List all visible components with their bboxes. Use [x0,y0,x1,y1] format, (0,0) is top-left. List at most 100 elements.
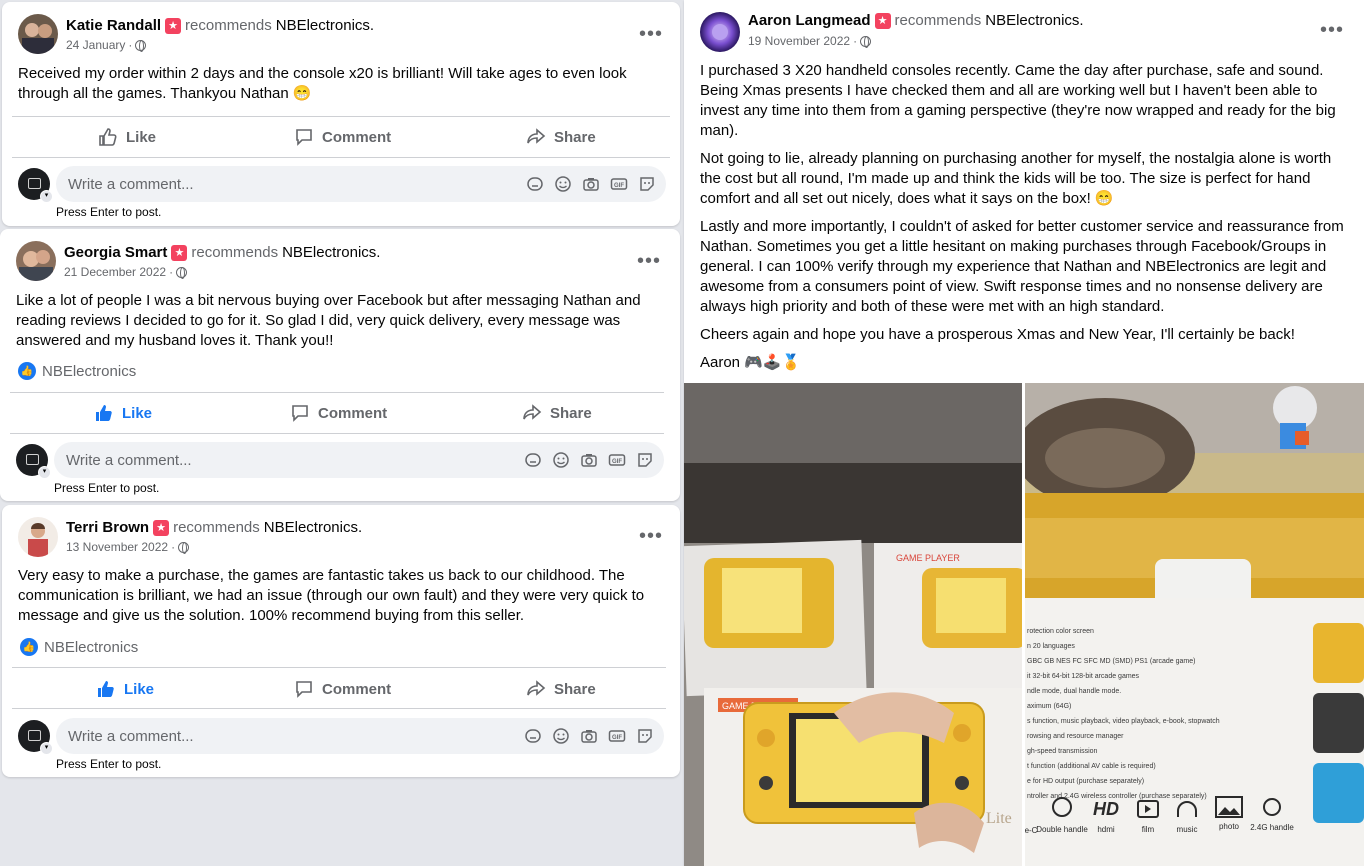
post-text: Very easy to make a purchase, the games … [18,567,645,624]
spec-line: GBC GB NES FC SFC MD (SMD) PS1 (arcade g… [1027,658,1195,665]
comment-icon [292,405,308,422]
camera-icon[interactable] [580,451,598,469]
spec-line: rotection color screen [1027,628,1094,635]
svg-text:GIF: GIF [612,735,622,741]
comment-input[interactable]: Write a comment... GIF [54,442,664,478]
divider [10,433,664,434]
reaction-summary[interactable]: 👍 NBElectronics [20,638,138,656]
gif-icon[interactable]: GIF [608,727,626,745]
avatar[interactable] [16,241,56,281]
spec-line: gh-speed transmission [1027,748,1098,755]
more-options-icon[interactable]: ••• [639,526,663,546]
avatar-sticker-icon[interactable] [524,451,542,469]
post-date[interactable]: 13 November 2022 [66,540,168,554]
comment-button[interactable]: Comment [294,679,391,699]
post-date[interactable]: 19 November 2022 [748,34,850,48]
comment-input[interactable]: Write a comment... GIF [56,718,664,754]
globe-icon [135,39,147,52]
share-button[interactable]: Share [526,127,596,147]
post-date[interactable]: 24 January [66,38,125,52]
svg-text:GIF: GIF [612,459,622,465]
page-link[interactable]: NBElectronics. [264,519,362,536]
avatar-sticker-icon[interactable] [524,727,542,745]
spec-line: t function (additional AV cable is requi… [1027,763,1156,770]
page-link[interactable]: NBElectronics. [985,12,1083,29]
comment-placeholder: Write a comment... [66,451,192,469]
emoji-icon[interactable] [554,175,572,193]
divider [10,392,664,393]
emoji-icon[interactable] [552,727,570,745]
post-card-georgia: Georgia Smart ★ recommends NBElectronics… [0,229,680,501]
hd-logo: HD [1093,799,1119,819]
share-label: Share [554,128,596,146]
more-options-icon[interactable]: ••• [1320,20,1344,40]
chevron-down-icon[interactable]: ▾ [38,466,51,479]
reaction-name: NBElectronics [44,638,139,656]
globe-icon [860,35,872,48]
chevron-down-icon[interactable]: ▾ [40,190,53,203]
author-name[interactable]: Katie Randall [66,17,161,34]
feature-label: Double handle [1036,825,1088,834]
chevron-down-icon[interactable]: ▾ [40,742,53,755]
author-name[interactable]: Aaron Langmead [748,12,871,29]
box-label: GAME PLAYER [896,553,960,563]
spec-line: ndle mode, dual handle mode. [1027,688,1121,695]
reaction-name: NBElectronics [42,362,137,380]
thumbs-up-icon [98,681,114,697]
author-name[interactable]: Georgia Smart [64,244,167,261]
post-paragraph: Cheers again and hope you have a prosper… [700,326,1295,343]
commenter-avatar[interactable]: ▾ [18,168,53,203]
recommends-label: recommends [185,17,272,34]
like-label: Like [124,680,155,698]
recommend-icon: ★ [874,12,891,29]
sticker-icon[interactable] [638,175,656,193]
author-name[interactable]: Terri Brown [66,519,149,536]
like-button[interactable]: Like [98,127,156,147]
press-enter-hint: Press Enter to post. [56,205,162,219]
comment-input[interactable]: Write a comment... GIF [56,166,666,202]
svg-text:GIF: GIF [614,183,624,189]
avatar[interactable] [18,14,58,54]
post-paragraph: Not going to lie, already planning on pu… [700,150,1332,207]
sticker-icon[interactable] [636,451,654,469]
globe-icon [176,266,188,279]
comment-button[interactable]: Comment [290,403,387,423]
page-link[interactable]: NBElectronics. [282,244,380,261]
like-label: Like [122,404,153,422]
share-icon [527,680,546,696]
sticker-icon[interactable] [636,727,654,745]
camera-icon[interactable] [580,727,598,745]
like-button[interactable]: Like [94,403,152,423]
feature-label: hdmi [1097,825,1115,834]
share-label: Share [554,680,596,698]
avatar-sticker-icon[interactable] [526,175,544,193]
avatar[interactable] [700,12,740,52]
feature-label: music [1177,825,1198,834]
post-photo-consoles[interactable]: GAME PLAYER GAME PLAYER Lite [684,383,1022,866]
page-link[interactable]: NBElectronics. [276,17,374,34]
share-icon [523,404,542,420]
commenter-avatar[interactable]: ▾ [18,720,53,755]
gif-icon[interactable]: GIF [608,451,626,469]
post-text: I purchased 3 X20 handheld consoles rece… [700,61,1346,381]
post-date[interactable]: 21 December 2022 [64,265,166,279]
more-options-icon[interactable]: ••• [639,24,663,44]
share-button[interactable]: Share [522,403,592,423]
like-reaction-icon: 👍 [20,638,38,656]
gif-icon[interactable]: GIF [610,175,628,193]
like-reaction-icon: 👍 [18,362,36,380]
spec-line: n 20 languages [1027,643,1075,650]
comment-button[interactable]: Comment [294,127,391,147]
avatar[interactable] [18,517,58,557]
reaction-summary[interactable]: 👍 NBElectronics [18,362,136,380]
emoji-icon[interactable] [552,451,570,469]
recommends-label: recommends [894,12,982,29]
commenter-avatar[interactable]: ▾ [16,444,51,479]
camera-icon[interactable] [582,175,600,193]
post-photo-box-specs[interactable]: rotection color screen n 20 languages GB… [1025,383,1364,866]
comment-icon [296,681,312,698]
share-button[interactable]: Share [526,679,596,699]
comment-icon [296,129,312,146]
more-options-icon[interactable]: ••• [637,251,661,271]
like-button[interactable]: Like [96,679,154,699]
